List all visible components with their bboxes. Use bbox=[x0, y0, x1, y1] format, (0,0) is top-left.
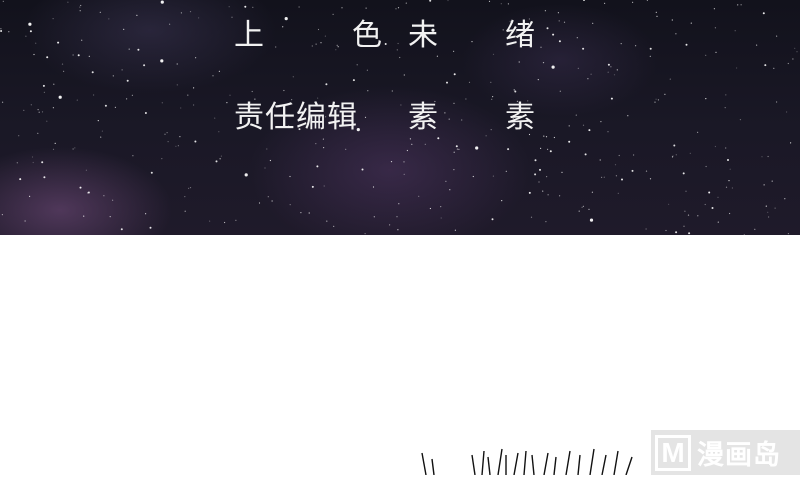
coloring-label-char-1: 上 bbox=[234, 18, 265, 53]
coloring-artist-char-1: 未 bbox=[408, 18, 439, 53]
editor-name-char-2: 素 bbox=[505, 100, 536, 135]
coloring-artist-char-2: 绪 bbox=[505, 18, 536, 53]
coloring-label-char-2: 色 bbox=[352, 18, 383, 53]
watermark-text: 漫画岛 bbox=[697, 440, 781, 471]
site-watermark: M 漫画岛 bbox=[651, 430, 800, 475]
speed-lines-illustration bbox=[421, 448, 633, 476]
comic-panel-edge bbox=[420, 445, 660, 476]
editor-name-char-1: 素 bbox=[408, 100, 439, 135]
editor-label: 责任编辑 bbox=[234, 100, 358, 135]
credits-block: 上 色 未 绪 责任编辑 素 素 bbox=[0, 0, 800, 235]
watermark-logo-icon: M bbox=[655, 434, 691, 471]
